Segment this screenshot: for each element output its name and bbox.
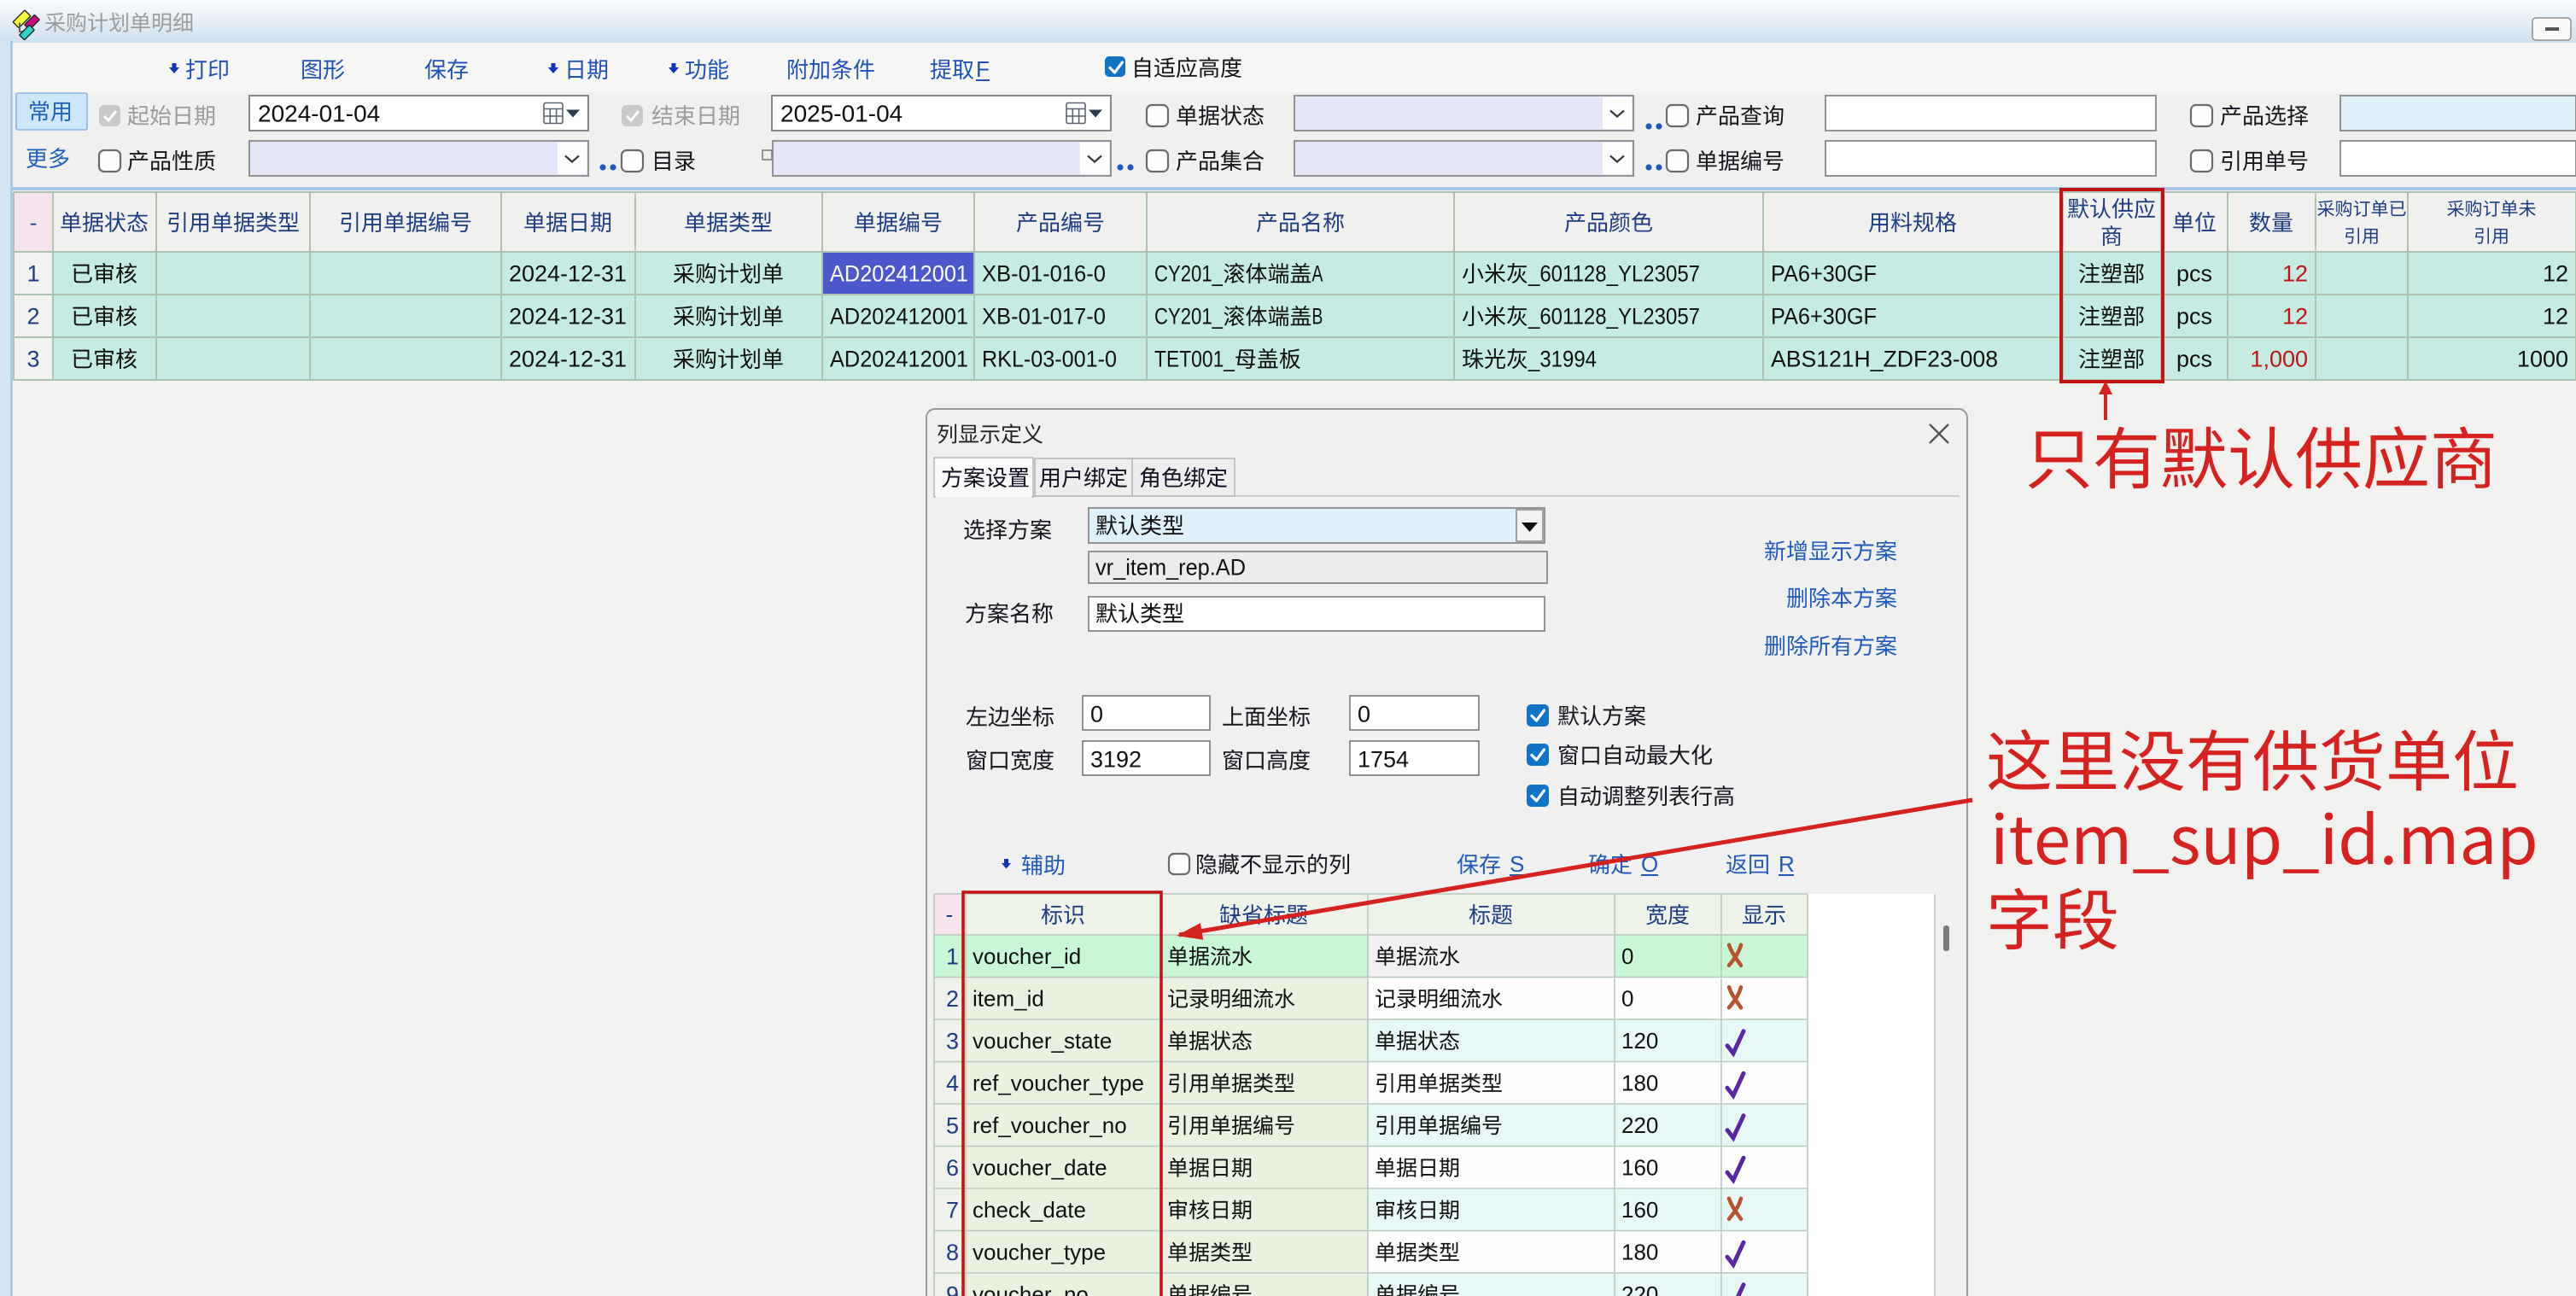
svg-text:check_date: check_date <box>973 1197 1086 1223</box>
svg-text:voucher_type: voucher_type <box>973 1240 1106 1265</box>
svg-text:XB-01-017-0: XB-01-017-0 <box>982 304 1106 330</box>
svg-text:0: 0 <box>1358 702 1370 727</box>
svg-text:2024-12-31: 2024-12-31 <box>509 304 627 330</box>
svg-text:2: 2 <box>946 986 959 1012</box>
svg-text:7: 7 <box>946 1197 959 1223</box>
svg-text:R: R <box>1779 851 1795 877</box>
svg-text:item_id: item_id <box>973 986 1044 1012</box>
svg-text:CY201_: CY201_ <box>1154 304 1224 330</box>
svg-text:PA6+30GF: PA6+30GF <box>1771 304 1877 330</box>
svg-text:180: 180 <box>1621 1071 1658 1096</box>
svg-text:_601128_YL23057: _601128_YL23057 <box>1527 304 1700 330</box>
svg-text:0: 0 <box>1621 943 1633 969</box>
svg-text:2024-12-31: 2024-12-31 <box>509 347 627 372</box>
svg-text:RKL-03-001-0: RKL-03-001-0 <box>982 347 1117 372</box>
svg-text:B: B <box>1311 304 1323 330</box>
svg-text:4: 4 <box>946 1071 959 1096</box>
svg-text:3192: 3192 <box>1090 747 1142 773</box>
svg-text:ref_voucher_no: ref_voucher_no <box>973 1112 1127 1138</box>
svg-text:0: 0 <box>1621 986 1633 1012</box>
svg-text:_31994: _31994 <box>1527 347 1597 372</box>
svg-text:1000: 1000 <box>2517 347 2568 372</box>
svg-text:voucher_date: voucher_date <box>973 1155 1107 1181</box>
svg-text:XB-01-016-0: XB-01-016-0 <box>982 261 1106 287</box>
svg-text:-: - <box>946 902 954 927</box>
svg-text:A: A <box>1311 261 1323 287</box>
svg-text:AD202412001: AD202412001 <box>830 347 968 372</box>
svg-text:ABS121H_ZDF23-008: ABS121H_ZDF23-008 <box>1771 347 1998 372</box>
svg-text:pcs: pcs <box>2176 261 2212 287</box>
svg-text:pcs: pcs <box>2176 347 2212 372</box>
svg-text:12: 12 <box>2282 261 2308 287</box>
svg-text:5: 5 <box>946 1112 959 1138</box>
svg-text:2024-12-31: 2024-12-31 <box>509 261 627 287</box>
svg-text:pcs: pcs <box>2176 304 2212 330</box>
svg-text:voucher_no: voucher_no <box>973 1281 1089 1296</box>
svg-text:6: 6 <box>946 1155 959 1181</box>
svg-text:2025-01-04: 2025-01-04 <box>780 100 902 126</box>
svg-text:160: 160 <box>1621 1155 1658 1181</box>
svg-text:TET001_: TET001_ <box>1154 347 1235 372</box>
svg-text:3: 3 <box>946 1028 959 1054</box>
svg-text:8: 8 <box>946 1240 959 1265</box>
svg-text:PA6+30GF: PA6+30GF <box>1771 261 1877 287</box>
svg-text:AD202412001: AD202412001 <box>830 261 968 287</box>
svg-text:1: 1 <box>26 261 39 287</box>
svg-text:3: 3 <box>26 347 39 372</box>
svg-text:1: 1 <box>946 943 959 969</box>
svg-text:220: 220 <box>1621 1112 1658 1138</box>
svg-text:vr_item_rep.AD: vr_item_rep.AD <box>1095 555 1246 581</box>
svg-text:ref_voucher_type: ref_voucher_type <box>973 1071 1144 1096</box>
svg-text:CY201_: CY201_ <box>1154 261 1224 287</box>
svg-text:160: 160 <box>1621 1197 1658 1223</box>
svg-text:F: F <box>976 56 990 82</box>
svg-text:220: 220 <box>1621 1281 1658 1296</box>
svg-text:12: 12 <box>2282 304 2308 330</box>
svg-text:_601128_YL23057: _601128_YL23057 <box>1527 261 1700 287</box>
svg-text:120: 120 <box>1621 1028 1658 1054</box>
svg-text:2: 2 <box>26 304 39 330</box>
svg-text:voucher_id: voucher_id <box>973 943 1081 969</box>
svg-text:9: 9 <box>946 1281 959 1296</box>
svg-text:voucher_state: voucher_state <box>973 1028 1112 1054</box>
svg-text:12: 12 <box>2543 304 2568 330</box>
svg-text:2024-01-04: 2024-01-04 <box>258 100 380 126</box>
svg-text:1754: 1754 <box>1358 747 1409 773</box>
svg-text:12: 12 <box>2543 261 2568 287</box>
svg-text:0: 0 <box>1090 702 1103 727</box>
svg-text:S: S <box>1510 851 1524 877</box>
svg-text:180: 180 <box>1621 1240 1658 1265</box>
svg-text:1,000: 1,000 <box>2250 347 2308 372</box>
svg-text:AD202412001: AD202412001 <box>830 304 968 330</box>
